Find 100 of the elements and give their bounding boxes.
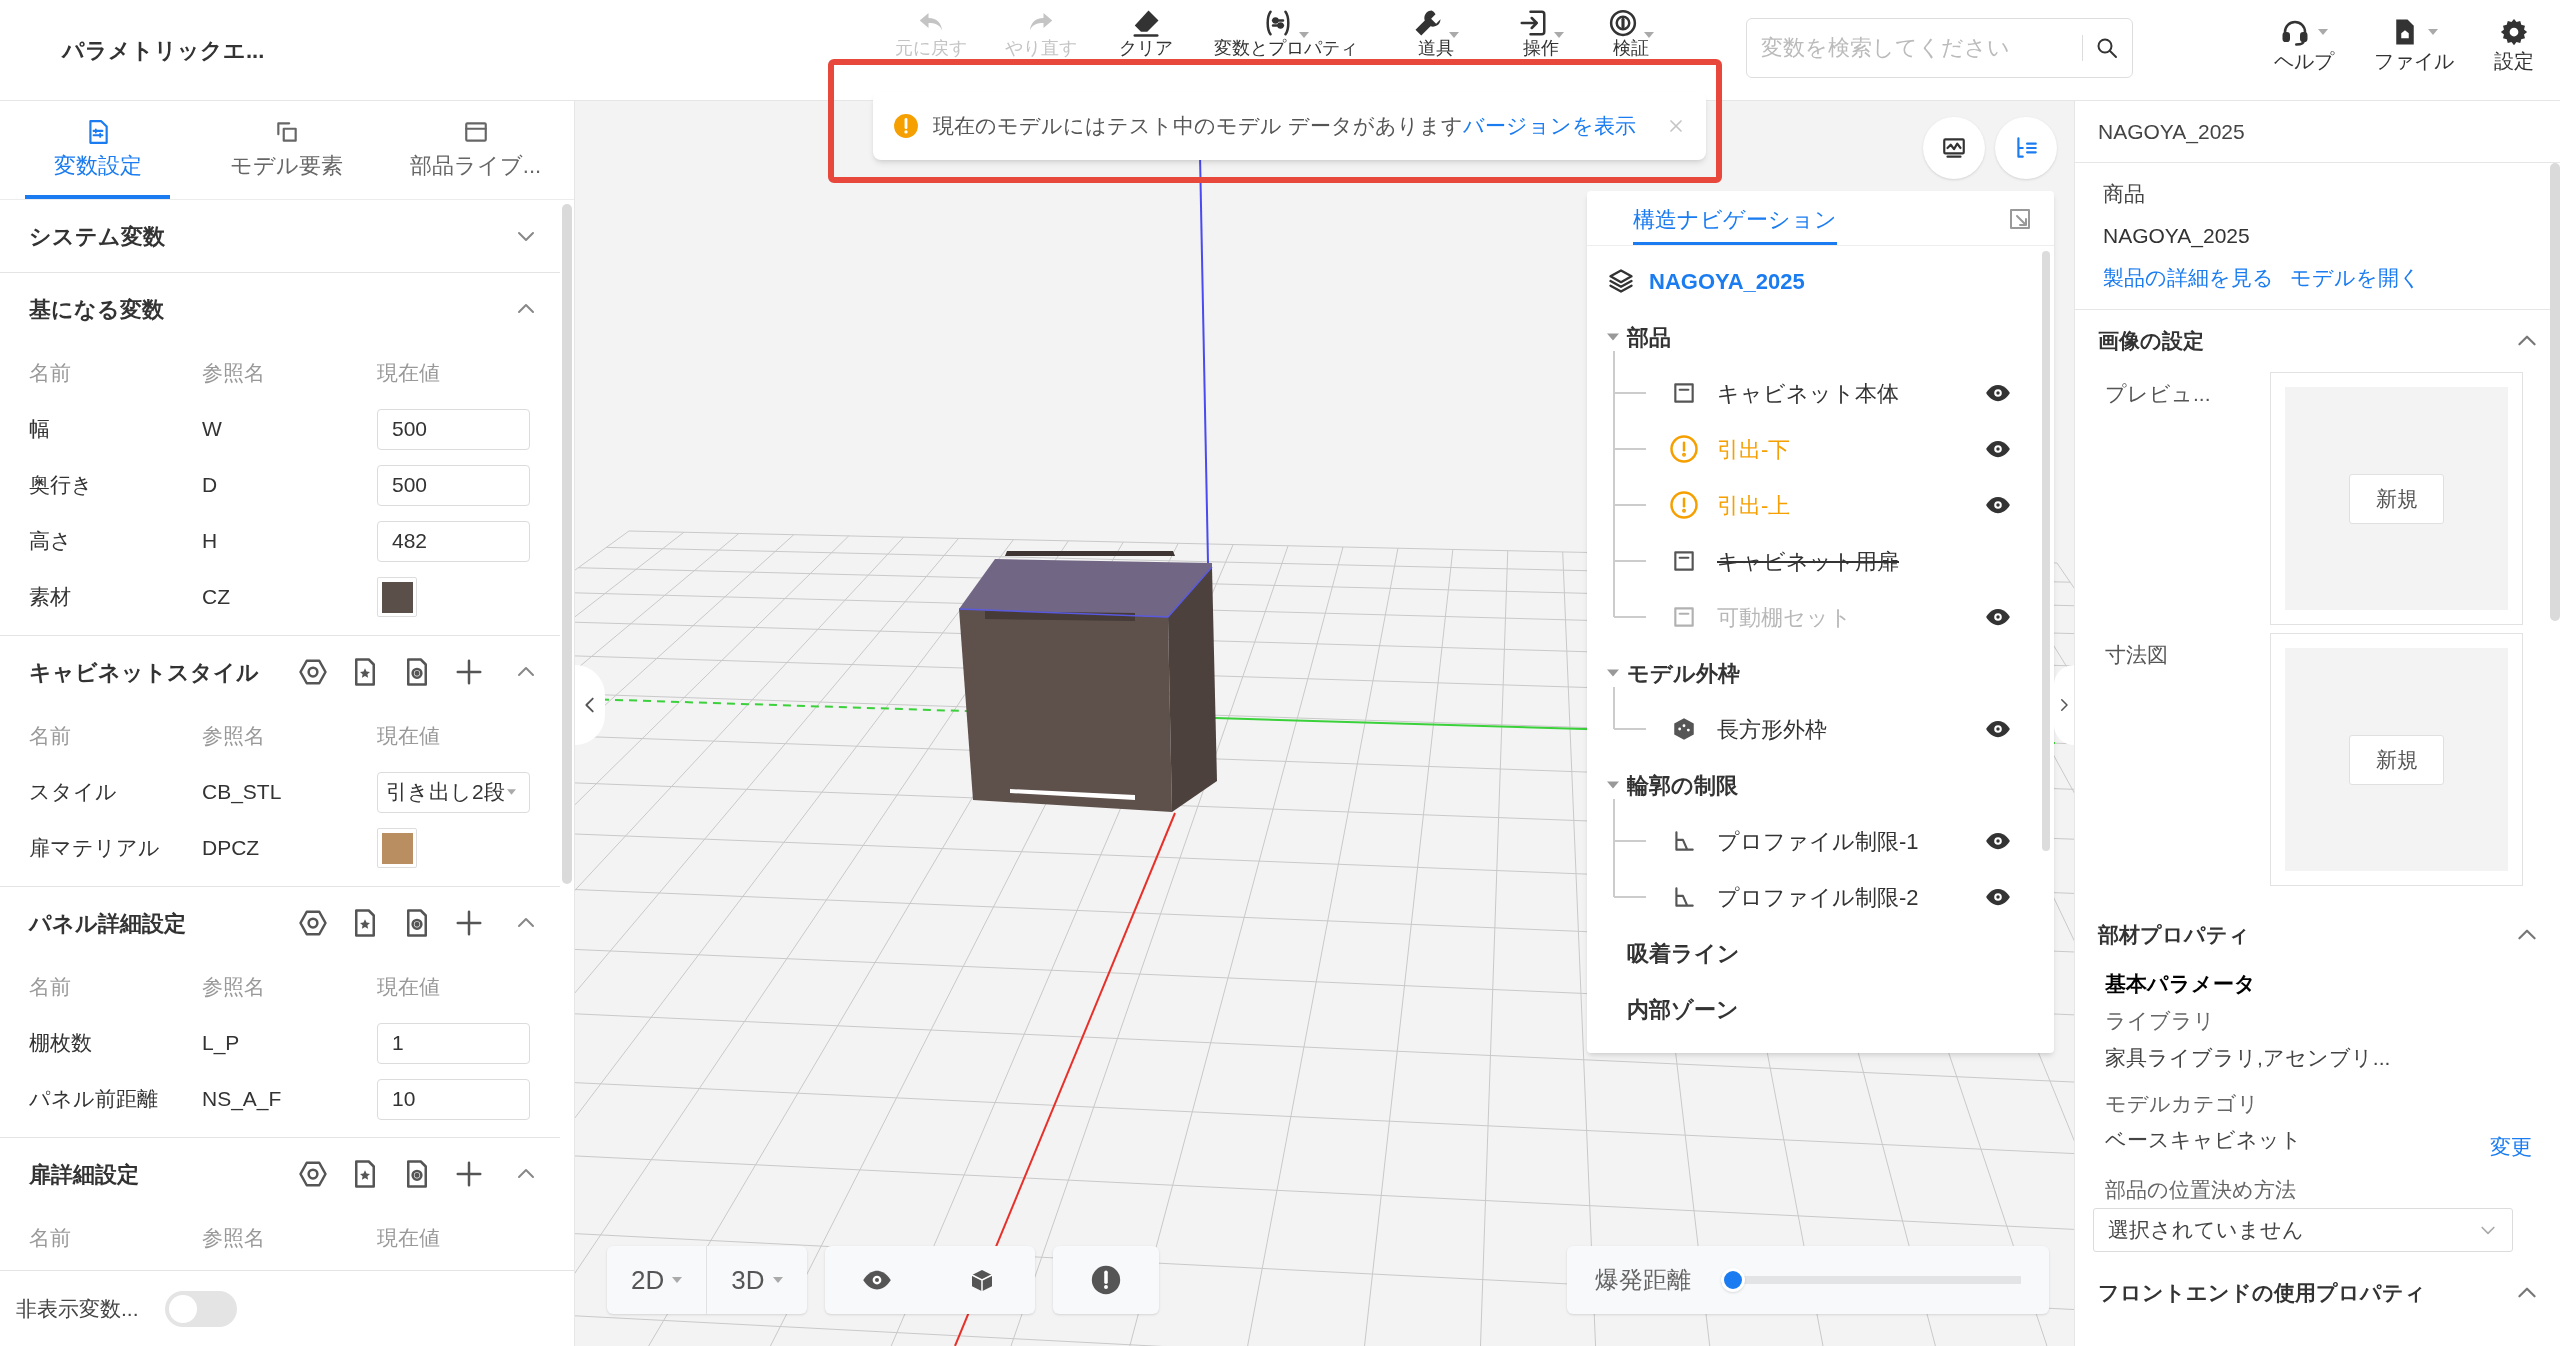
section-title: 画像の設定	[2098, 328, 2204, 355]
value-field[interactable]: 500	[377, 408, 530, 450]
tree-group[interactable]: 内部ゾーン	[1627, 992, 1739, 1026]
tree-item[interactable]: キャビネット本体	[1717, 376, 1899, 410]
section-title: システム変数	[29, 222, 165, 251]
tree-group[interactable]: 輪郭の制限	[1627, 768, 1738, 802]
reference-name: NS_A_F	[202, 1086, 283, 1113]
variables-button[interactable]: 変数とプロパティ	[1196, 0, 1376, 58]
variable-name: スタイル	[29, 779, 118, 806]
slider-label: 爆発距離	[1595, 1265, 1691, 1295]
section-title: フロントエンドの使用プロパティ	[2098, 1280, 2426, 1307]
section-title: 基になる変数	[29, 295, 164, 324]
reference-name: W	[202, 416, 223, 443]
value-dropdown[interactable]: 引き出し2段	[377, 771, 530, 813]
help-button[interactable]: ヘルプ	[2254, 0, 2354, 80]
tree-item[interactable]: 長方形外枠	[1717, 712, 1827, 746]
plus-icon[interactable]	[454, 908, 484, 938]
tree-item[interactable]: プロファイル制限-1	[1717, 824, 1919, 858]
panel-tab[interactable]: 部品ライブ...	[403, 109, 548, 199]
variable-name: 素材	[29, 584, 72, 611]
settings-icon	[2499, 17, 2529, 47]
tree-group[interactable]: モデル外枠	[1627, 656, 1740, 690]
chart-icon	[1941, 135, 1967, 161]
caret-icon	[2428, 29, 2438, 35]
hexagon-icon[interactable]	[298, 908, 328, 938]
cabinet-drawing[interactable]	[958, 551, 1217, 812]
scrollbar[interactable]	[2042, 251, 2050, 851]
tree-item[interactable]: プロファイル制限-2	[1717, 880, 1919, 914]
scrollbar[interactable]	[2550, 163, 2560, 621]
value-field[interactable]: 10	[377, 1078, 530, 1120]
variable-name: 棚枚数	[29, 1030, 93, 1057]
section-title: 部材プロパティ	[2098, 922, 2250, 949]
verify-button[interactable]: 検証	[1586, 0, 1676, 58]
tree-group[interactable]: 部品	[1627, 320, 1671, 354]
clear-button[interactable]: クリア	[1096, 0, 1196, 58]
value-field[interactable]: 1	[377, 1022, 530, 1064]
panel-tab[interactable]: 変数設定	[25, 109, 170, 199]
product-link[interactable]: 製品の詳細を見る	[2103, 261, 2274, 295]
operations-button[interactable]: 操作	[1496, 0, 1586, 58]
variable-name: パネル前距離	[29, 1086, 159, 1113]
caret-icon	[672, 1277, 683, 1283]
hexagon-icon[interactable]	[298, 1159, 328, 1189]
collapse-right-handle[interactable]	[2054, 665, 2074, 745]
cube-icon	[1671, 716, 1697, 742]
search-field[interactable]: 変数を検索してください	[1746, 18, 2133, 78]
layers-icon	[1607, 267, 1635, 295]
expanded-arrow-icon[interactable]	[1607, 779, 1619, 791]
positioning-dropdown[interactable]: 選択されていません	[2093, 1208, 2513, 1252]
reference-name: L_P	[202, 1030, 241, 1057]
expanded-arrow-icon[interactable]	[1607, 667, 1619, 679]
part-icon	[1671, 548, 1697, 574]
column-header: 参照名	[202, 723, 266, 750]
version-link[interactable]: バージョンを表示	[1462, 114, 1636, 138]
warning-icon	[1669, 434, 1699, 464]
file-button[interactable]: ファイル	[2354, 0, 2474, 80]
settings-button[interactable]: 設定	[2474, 0, 2554, 80]
expand-icon[interactable]	[2008, 207, 2032, 231]
new-button[interactable]: 新規	[2349, 473, 2444, 524]
target-icon	[1608, 8, 1638, 38]
search-icon[interactable]	[2095, 36, 2119, 60]
change-link[interactable]: 変更	[2490, 1132, 2532, 1162]
warning-icon	[893, 113, 919, 139]
value-field[interactable]: 482	[377, 520, 530, 562]
plus-icon[interactable]	[454, 1159, 484, 1189]
notice-message: 現在のモデルにはテスト中のモデル データがありますバージョンを表示	[933, 113, 1636, 140]
tree-group[interactable]: 吸着ライン	[1627, 936, 1740, 970]
panel-tab[interactable]: モデル要素	[214, 109, 359, 199]
field-label: 商品	[2103, 181, 2146, 207]
panel-title: NAGOYA_2025	[2098, 118, 2245, 146]
caret-icon	[772, 1277, 783, 1283]
app-title: パラメトリックエ...	[62, 36, 265, 65]
hidden-variables-toggle[interactable]	[164, 1290, 237, 1327]
tools-button[interactable]: 道具	[1376, 0, 1496, 58]
plus-icon[interactable]	[454, 657, 484, 687]
slider-thumb[interactable]	[1721, 1268, 1745, 1292]
new-button[interactable]: 新規	[2349, 734, 2444, 785]
column-header: 名前	[29, 723, 72, 750]
section-title: パネル詳細設定	[29, 909, 186, 938]
eraser-icon	[1131, 8, 1161, 38]
product-link[interactable]: モデルを開く	[2290, 261, 2421, 295]
section-title: キャビネットスタイル	[29, 658, 259, 687]
chart-button[interactable]	[1923, 117, 1985, 179]
variable-name: 高さ	[29, 528, 73, 555]
caret-icon	[1449, 32, 1459, 38]
tree-view-button[interactable]	[1995, 117, 2057, 179]
variable-name: 奥行き	[29, 472, 94, 499]
view-mode-button[interactable]: 3D	[706, 1246, 807, 1314]
expanded-arrow-icon[interactable]	[1607, 331, 1619, 343]
tree-item[interactable]: キャビネット用扉	[1717, 544, 1899, 578]
part-icon	[1671, 604, 1697, 630]
caret-icon	[2318, 29, 2328, 35]
navigation-tab[interactable]: 構造ナビゲーション	[1633, 203, 1837, 245]
caret-icon	[1554, 32, 1564, 38]
warning-icon	[1669, 490, 1699, 520]
value-field[interactable]: 500	[377, 464, 530, 506]
root-node[interactable]: NAGOYA_2025	[1649, 264, 1805, 298]
hexagon-icon[interactable]	[298, 657, 328, 687]
view-mode-button[interactable]: 2D	[607, 1246, 707, 1314]
scrollbar[interactable]	[562, 204, 572, 884]
column-header: 名前	[29, 974, 72, 1001]
